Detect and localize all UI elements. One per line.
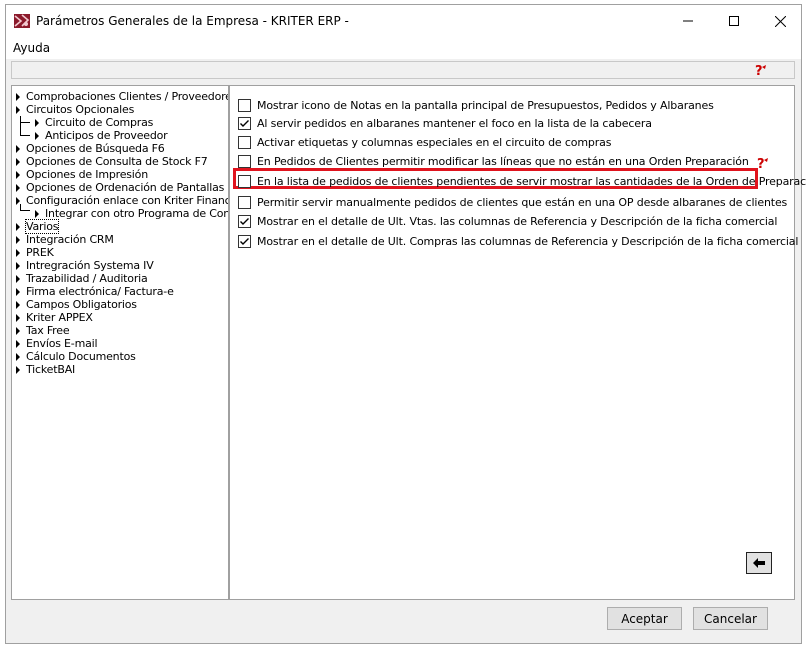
triangle-right-icon[interactable] [16,171,20,179]
accept-button[interactable]: Aceptar [607,607,682,630]
close-button[interactable] [757,5,803,37]
triangle-right-icon[interactable] [16,93,20,101]
tree-item-circuitos-opcionales[interactable]: Circuitos Opcionales [26,103,134,116]
triangle-right-icon[interactable] [16,158,20,166]
triangle-right-icon[interactable] [16,262,20,270]
tree-item-envios-email[interactable]: Envíos E-mail [26,337,98,350]
tree-item-integrar-contabilidad[interactable]: Integrar con otro Programa de Contabi [45,207,228,220]
option-label: En Pedidos de Clientes permitir modifica… [257,155,749,168]
option-label: Mostrar icono de Notas en la pantalla pr… [257,99,714,112]
tree-item-consulta-stock-f7[interactable]: Opciones de Consulta de Stock F7 [26,155,208,168]
maximize-icon [729,16,739,26]
option-checkbox[interactable] [238,175,251,188]
tree-item-circuito-compras[interactable]: Circuito de Compras [45,116,153,129]
cancel-button[interactable]: Cancelar [693,607,768,630]
tree-item-ordenacion-pantallas[interactable]: Opciones de Ordenación de Pantallas [26,181,224,194]
tree-connector [20,135,30,136]
back-arrow-icon [753,558,765,568]
option-checkbox-checked[interactable] [238,235,251,248]
tree-item-prek[interactable]: PREK [26,246,54,259]
checkmark-icon [240,120,249,127]
accept-label: Aceptar [621,611,668,626]
triangle-right-icon[interactable] [35,119,39,127]
triangle-right-icon[interactable] [16,275,20,283]
toolbar: ? [11,61,795,79]
menu-ayuda[interactable]: Ayuda [13,41,50,55]
checkmark-icon [240,218,249,225]
option-checkbox[interactable] [238,99,251,112]
tree-item-tax-free[interactable]: Tax Free [26,324,70,337]
option-checkbox[interactable] [238,136,251,149]
tree-item-campos-obligatorios[interactable]: Campos Obligatorios [26,298,137,311]
title-bar: Parámetros Generales de la Empresa - KRI… [6,5,801,37]
option-label: Activar etiquetas y columnas especiales … [257,136,612,149]
tree-item-busqueda-f6[interactable]: Opciones de Búsqueda F6 [26,142,165,155]
options-panel: Mostrar icono de Notas en la pantalla pr… [229,85,807,600]
tree-item-integracion-crm[interactable]: Integración CRM [26,233,114,246]
triangle-right-icon[interactable] [16,366,20,374]
tree-connector [20,122,30,123]
kriter-app-icon [14,14,30,28]
tree-item-varios-selected[interactable]: Varios [24,219,60,234]
minimize-button[interactable] [665,5,711,37]
settings-window: Parámetros Generales de la Empresa - KRI… [5,4,807,644]
back-button[interactable] [746,552,772,574]
option-checkbox-checked[interactable] [238,117,251,130]
triangle-right-icon[interactable] [16,314,20,322]
tree-connector [20,116,21,135]
option-label: En la lista de pedidos de clientes pendi… [257,175,807,188]
triangle-right-icon[interactable] [16,327,20,335]
cancel-label: Cancelar [704,611,757,626]
tree-item-anticipos-proveedor[interactable]: Anticipos de Proveedor [45,129,168,142]
triangle-right-icon[interactable] [16,340,20,348]
tree-connector [20,210,30,211]
tree-item-impresion[interactable]: Opciones de Impresión [26,168,148,181]
close-icon [774,15,786,27]
tree-item-firma-electronica[interactable]: Firma electrónica/ Factura-e [26,285,174,298]
triangle-right-icon[interactable] [16,106,20,114]
triangle-right-icon[interactable] [16,184,20,192]
triangle-right-icon[interactable] [16,249,20,257]
minimize-icon [683,20,693,22]
tree-item-trazabilidad[interactable]: Trazabilidad / Auditoria [26,272,148,285]
window-title: Parámetros Generales de la Empresa - KRI… [36,14,349,28]
triangle-right-icon[interactable] [35,132,39,140]
option-label: Mostrar en el detalle de Ult. Vtas. las … [257,215,778,228]
option-checkbox[interactable] [238,155,251,168]
triangle-right-icon[interactable] [16,353,20,361]
triangle-right-icon[interactable] [16,288,20,296]
triangle-right-icon[interactable] [16,301,20,309]
option-checkbox-checked[interactable] [238,215,251,228]
option-label: Mostrar en el detalle de Ult. Compras la… [257,235,799,248]
svg-text:?: ? [757,157,765,170]
tree-item-kriter-appex[interactable]: Kriter APPEX [26,311,93,324]
checkmark-icon [240,238,249,245]
triangle-right-icon[interactable] [16,223,20,231]
options-tree[interactable]: Comprobaciones Clientes / Proveedores Ci… [11,85,229,600]
tree-item-calculo-documentos[interactable]: Cálculo Documentos [26,350,136,363]
svg-text:?: ? [755,64,763,77]
help-question-icon[interactable]: ? [752,63,768,79]
triangle-right-icon[interactable] [16,145,20,153]
tree-item-comprobaciones[interactable]: Comprobaciones Clientes / Proveedores [26,90,228,103]
triangle-right-icon[interactable] [16,236,20,244]
option-checkbox[interactable] [238,196,251,209]
option-label: Al servir pedidos en albaranes mantener … [257,117,652,130]
menu-bar: Ayuda [6,37,801,59]
tree-item-systema-iv[interactable]: Intregración Systema IV [26,259,154,272]
tree-item-ticketbai[interactable]: TicketBAI [26,363,75,376]
triangle-right-icon[interactable] [35,210,39,218]
tree-item-kriter-finances[interactable]: Configuración enlace con Kriter Finances [26,194,228,207]
maximize-button[interactable] [711,5,757,37]
option-label: Permitir servir manualmente pedidos de c… [257,196,788,209]
